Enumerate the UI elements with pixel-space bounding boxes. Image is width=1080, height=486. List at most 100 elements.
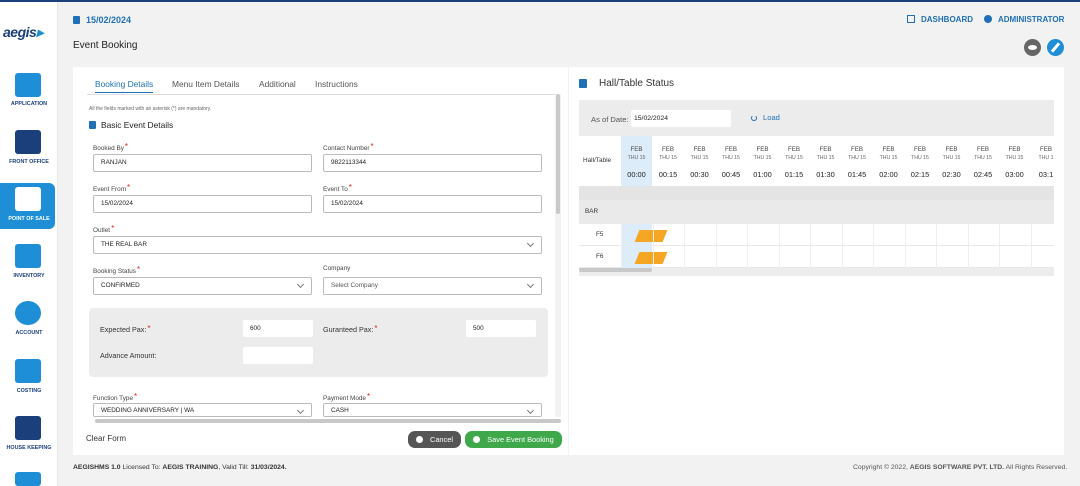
advance-amount-label: Advance Amount:: [100, 351, 157, 360]
function-type-select[interactable]: WEDDING ANNIVERSARY | WA: [93, 403, 312, 417]
time-column-header: FEB THU 1 03:1: [1031, 136, 1055, 186]
time-label: 00:00: [627, 170, 646, 179]
sidebar-item-front-office[interactable]: FRONT OFFICE: [0, 128, 58, 178]
cleaner-icon: [15, 416, 41, 440]
time-column-header: FEB THU 15 01:30: [810, 136, 841, 186]
view-button[interactable]: [1024, 39, 1041, 56]
day-label: THU 15: [974, 155, 992, 161]
grid-cell-divider: [684, 224, 685, 246]
user-icon: [984, 15, 992, 23]
table-label: F5: [596, 231, 604, 238]
scrollbar-thumb[interactable]: [556, 94, 560, 214]
sidebar-item-more[interactable]: [0, 472, 58, 486]
calendar-icon: [73, 16, 80, 24]
group-row-bar: BAR: [579, 200, 1054, 224]
horizontal-scrollbar[interactable]: [95, 419, 561, 423]
as-of-date-field[interactable]: 15/02/2024: [631, 110, 731, 127]
section-title: Basic Event Details: [89, 120, 173, 130]
grid-cell-divider: [810, 224, 811, 246]
day-label: THU 15: [722, 155, 740, 161]
day-label: THU 15: [911, 155, 929, 161]
main-area: 15/02/2024 Event Booking DASHBOARD ADMIN…: [58, 2, 1080, 486]
event-to-label: Event To*: [323, 183, 352, 193]
admin-menu[interactable]: ADMINISTRATOR: [984, 15, 1064, 24]
sidebar-item-costing[interactable]: COSTING: [0, 359, 58, 409]
time-column-header: FEB THU 15 00:30: [684, 136, 715, 186]
tab-additional[interactable]: Additional: [259, 79, 296, 89]
tab-divider: [87, 94, 557, 95]
table-row[interactable]: F6: [579, 246, 1054, 268]
guaranteed-pax-field[interactable]: 500: [466, 320, 536, 337]
hall-table-header: Hall/Table: [583, 157, 612, 164]
day-label: THU 15: [942, 155, 961, 161]
time-column-header: FEB THU 15 00:45: [716, 136, 747, 186]
tab-instructions[interactable]: Instructions: [315, 79, 358, 89]
time-column-header: FEB THU 15 01:45: [842, 136, 873, 186]
time-column-header: FEB THU 15 00:15: [653, 136, 684, 186]
day-label: THU 15: [753, 155, 772, 161]
tab-menu-item-details[interactable]: Menu Item Details: [172, 79, 240, 89]
month-label: FEB: [630, 146, 643, 153]
sidebar-item-inventory[interactable]: INVENTORY: [0, 244, 58, 294]
month-label: FEB: [1039, 146, 1053, 153]
as-of-label: As of Date:: [591, 115, 629, 124]
advance-amount-field[interactable]: [243, 347, 313, 364]
day-label: THU 15: [659, 155, 677, 161]
event-to-field[interactable]: 15/02/2024: [323, 195, 542, 213]
payment-mode-select[interactable]: CASH: [323, 403, 542, 417]
sidebar-item-point-of-sale[interactable]: POINT OF SALE: [0, 183, 55, 229]
load-button[interactable]: Load: [751, 113, 780, 122]
day-label: THU 1: [1038, 155, 1054, 161]
month-label: FEB: [850, 146, 864, 153]
booking-block[interactable]: [634, 252, 668, 264]
vertical-scrollbar[interactable]: [555, 94, 561, 417]
tab-booking-details[interactable]: Booking Details: [95, 79, 154, 93]
save-event-booking-button[interactable]: Save Event Booking: [465, 431, 562, 448]
grid-cell-divider: [841, 224, 843, 246]
time-label: 03:1: [1038, 170, 1054, 179]
contact-number-label: Contact Number*: [323, 142, 374, 152]
time-column-header: FEB THU 15 00:00: [621, 136, 652, 186]
table-row[interactable]: F5: [579, 224, 1054, 246]
dashboard-link[interactable]: DASHBOARD: [907, 15, 973, 24]
sidebar-item-account[interactable]: ACCOUNT: [0, 301, 58, 351]
grid-horizontal-scrollbar[interactable]: [579, 268, 652, 272]
grid-cell-divider: [652, 224, 654, 246]
function-type-label: Function Type*: [93, 392, 138, 402]
time-label: 03:00: [1005, 170, 1024, 179]
grid-cell-divider: [747, 224, 748, 246]
month-label: FEB: [882, 146, 895, 153]
sidebar-item-application[interactable]: APPLICATION: [0, 69, 58, 119]
sidebar: aegis▸ APPLICATION FRONT OFFICE POINT OF…: [0, 2, 58, 486]
grid-cell-divider: [778, 224, 780, 246]
contact-number-field[interactable]: 9822113344: [323, 154, 542, 172]
money-bag-icon: [15, 301, 41, 325]
month-label: FEB: [819, 146, 832, 153]
cancel-button[interactable]: Cancel: [408, 431, 461, 448]
cancel-icon: [415, 436, 423, 443]
month-label: FEB: [693, 146, 706, 153]
booking-block[interactable]: [634, 230, 668, 242]
booking-status-select[interactable]: CONFIRMED: [93, 277, 312, 295]
time-column-header: FEB THU 15 01:00: [747, 136, 778, 186]
time-label: 01:15: [784, 170, 804, 179]
expected-pax-label: Expected Pax:*: [100, 324, 151, 334]
company-select[interactable]: Select Company: [323, 277, 542, 295]
day-label: THU 15: [848, 155, 866, 161]
sidebar-item-house-keeping[interactable]: HOUSE KEEPING: [0, 416, 58, 466]
status-title: Hall/Table Status: [599, 78, 675, 89]
time-label: 01:30: [816, 170, 835, 179]
outlet-select[interactable]: THE REAL BAR: [93, 236, 542, 254]
event-from-field[interactable]: 15/02/2024: [93, 195, 312, 213]
grid-spacer: [579, 186, 1054, 200]
month-label: FEB: [945, 146, 958, 153]
grid-cell-divider: [936, 224, 937, 246]
calendar-icon: [579, 79, 587, 88]
edit-button[interactable]: [1047, 39, 1064, 56]
clear-form-link[interactable]: Clear Form: [86, 434, 126, 443]
grid-cell-divider: [621, 246, 622, 268]
time-label: 00:30: [690, 170, 709, 179]
expected-pax-field[interactable]: 600: [243, 320, 313, 337]
company-label: Company: [323, 265, 351, 272]
booked-by-field[interactable]: RANJAN: [93, 154, 312, 172]
